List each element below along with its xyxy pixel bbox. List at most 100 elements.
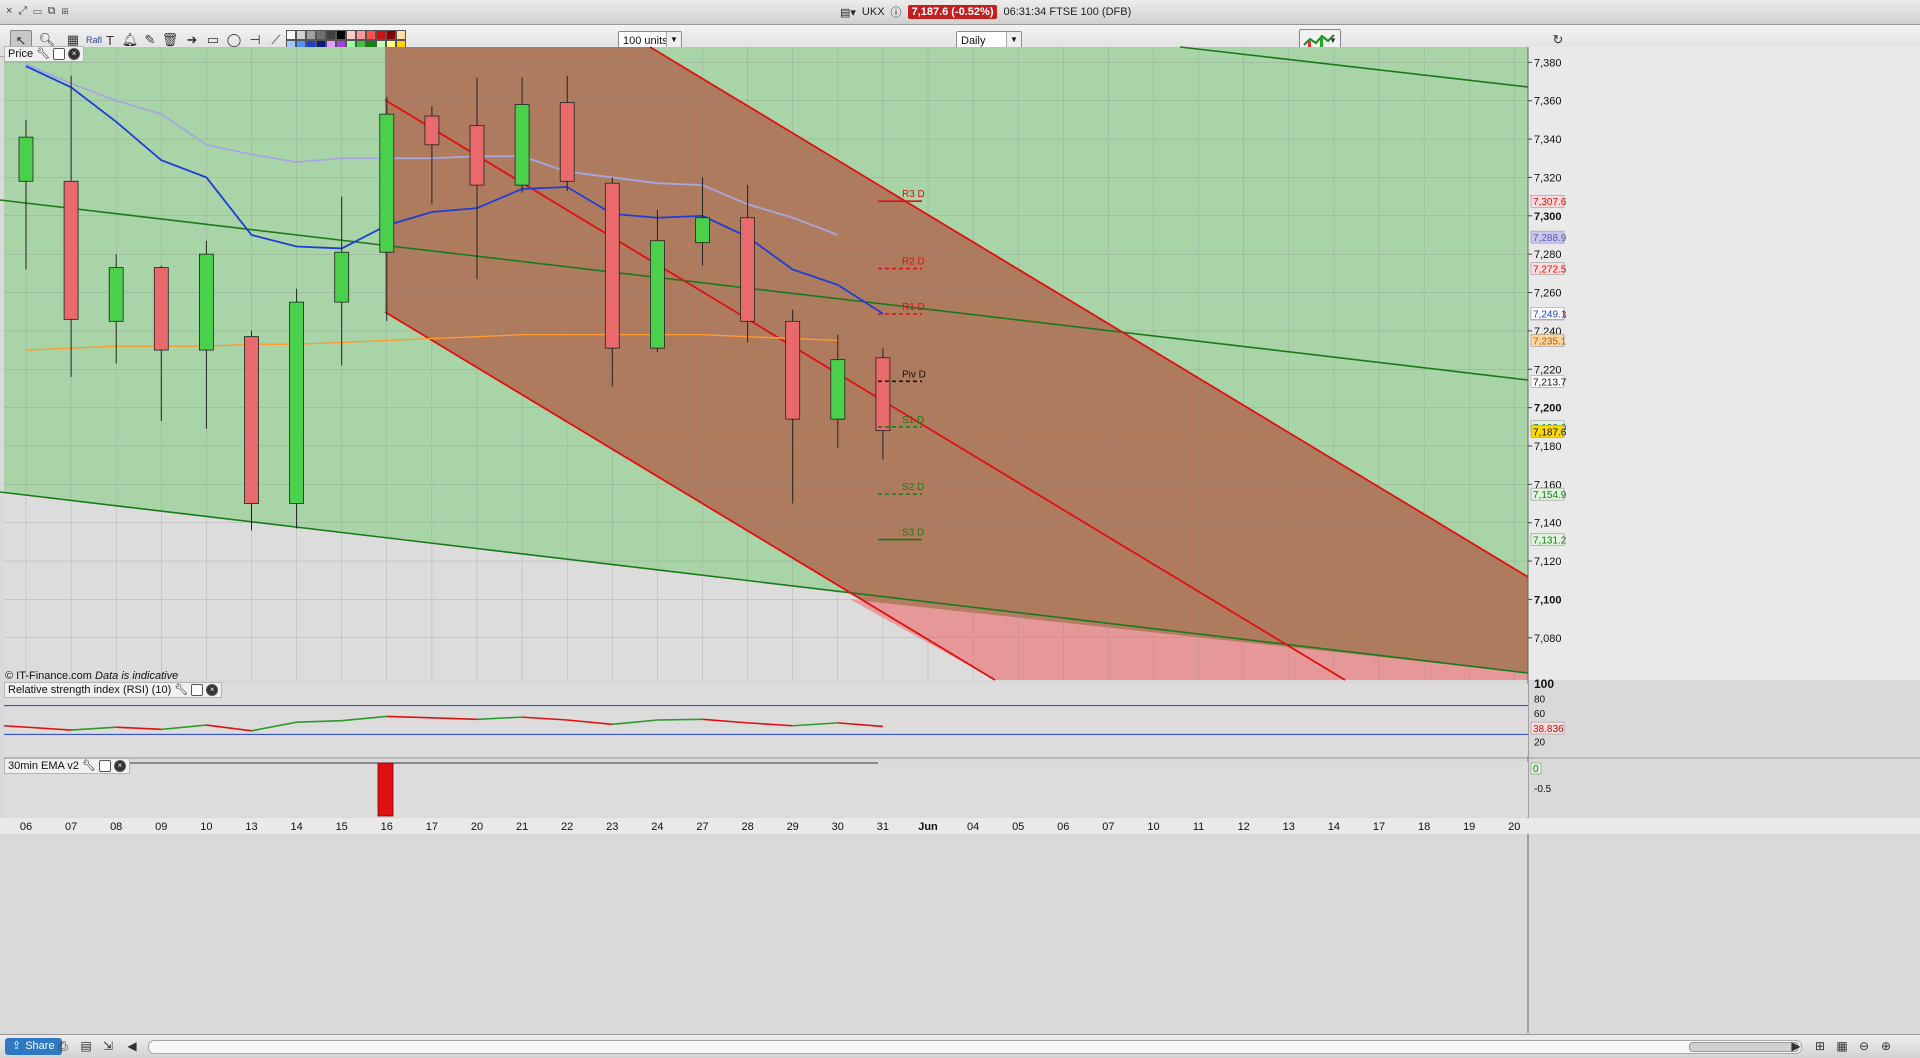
candle-bear (559, 102, 575, 182)
axis-tick-label: 7,100 (1534, 594, 1562, 606)
candle-bear (244, 336, 259, 504)
close-icon[interactable]: × (206, 684, 219, 696)
horizontal-scrollbar[interactable] (148, 1040, 1802, 1054)
axis-tick-label: 7,300 (1534, 211, 1562, 223)
grid-icon[interactable]: ▦ (1834, 1038, 1850, 1054)
candle-bear (740, 217, 755, 322)
candle-bull (650, 240, 665, 349)
price-tag: 7,288.9 (1533, 233, 1567, 244)
rsi-value-tag: 38.836 (1533, 724, 1564, 735)
price-panel-label: Price (8, 48, 34, 60)
candle-bear (604, 182, 620, 349)
rsi-line (657, 718, 703, 721)
candle-bear (424, 115, 440, 146)
date-axis-label: 05 (1012, 821, 1024, 833)
window-icon[interactable] (53, 48, 66, 60)
axis-tick-label: 7,380 (1534, 57, 1562, 69)
axis-tick-label: 7,120 (1534, 556, 1562, 568)
date-axis-label: 20 (471, 821, 483, 833)
chart-area[interactable]: R3 D R2 D R1 D Piv D S1 D S2 D S3 D 7,380 7,360 7… (0, 24, 1920, 1034)
candle-bull (379, 113, 395, 253)
axis-tick-label: 7,080 (1534, 633, 1562, 645)
pivot-label: S2 D (902, 482, 924, 493)
scrollbar-thumb[interactable] (1689, 1042, 1799, 1052)
price-panel-header: Price 🔧︎ × (4, 46, 85, 62)
axis-tick-label: 7,140 (1534, 518, 1562, 530)
date-axis-label: 06 (1057, 821, 1069, 833)
title-bar: ×⤢▭⧉⊞ ▤▾ UKX ⓘ 7,187.6 (-0.52%) 06:31:34… (0, 0, 1920, 25)
axis-tick-label: 7,200 (1534, 403, 1562, 415)
rsi-panel-label: Relative strength index (RSI) (10) (8, 684, 172, 696)
pivot-price-tag: 7,154.9 (1533, 490, 1567, 501)
save-layout-icon[interactable]: ⊞ (1812, 1038, 1828, 1054)
instrument-desc: 06:31:34 FTSE 100 (DFB) (1003, 6, 1132, 18)
symbol-label: UKX (861, 6, 885, 18)
date-axis-label: 15 (336, 821, 348, 833)
pivot-price-tag: 7,131.2 (1533, 536, 1567, 547)
copyright-note: © IT-Finance.com Data is indicative (5, 670, 178, 682)
axis-tick-label: 7,180 (1534, 441, 1562, 453)
date-axis-label: 28 (741, 821, 753, 833)
window-controls[interactable]: ×⤢▭⧉⊞ (6, 5, 74, 18)
date-axis-label: 13 (1283, 821, 1295, 833)
date-axis-label: 21 (516, 821, 528, 833)
date-axis-label: 29 (787, 821, 799, 833)
share-label: Share (25, 1040, 55, 1052)
date-axis-label: 07 (65, 821, 77, 833)
candle-bull (289, 301, 305, 504)
zoom-in-icon[interactable]: ⊕ (1878, 1038, 1894, 1054)
disclaimer-text: Data is indicative (95, 670, 179, 682)
ema-panel-label: 30min EMA v2 (8, 760, 79, 772)
ema-panel-bg (4, 762, 1528, 817)
date-axis-label: 18 (1418, 821, 1430, 833)
bottom-bar: ⇪ Share ⎙ ▤ ⇲ ◀ ▶ ⊞ ▦ ⊖ ⊕ (0, 1034, 1920, 1058)
rsi-panel-bg (4, 684, 1528, 756)
pivot-label: S3 D (902, 528, 924, 539)
wrench-icon[interactable]: 🔧︎ (82, 759, 96, 773)
window-icon[interactable] (98, 760, 111, 772)
date-axis-label: 10 (1147, 821, 1159, 833)
date-axis-label: 17 (1373, 821, 1385, 833)
date-axis-label: 23 (606, 821, 618, 833)
axis-tick-label: 7,280 (1534, 249, 1562, 261)
price-tag: 7,235.1 (1533, 336, 1567, 347)
axis-tick-label: 7,360 (1534, 96, 1562, 108)
close-icon[interactable]: × (113, 760, 126, 772)
candle-bull (18, 136, 34, 182)
zoom-out-icon[interactable]: ⊖ (1856, 1038, 1872, 1054)
price-axis-bg (1528, 47, 1920, 680)
pivot-price-tag: 7,307.6 (1533, 197, 1567, 208)
info-icon[interactable]: ⓘ (891, 4, 902, 20)
date-axis-label: 11 (1193, 821, 1204, 833)
candle-bear (469, 125, 485, 186)
date-axis-label: 16 (381, 821, 393, 833)
copyright-text: © IT-Finance.com (5, 670, 92, 682)
date-axis-label: 08 (110, 821, 122, 833)
scroll-right-icon[interactable]: ▶ (1788, 1038, 1804, 1054)
date-axis-label: 27 (696, 821, 708, 833)
ema-bar (377, 762, 394, 817)
price-chip: 7,187.6 (-0.52%) (907, 5, 998, 19)
export-icon[interactable]: ⇲ (100, 1038, 116, 1054)
candle-bull (695, 217, 710, 244)
save-chart-icon[interactable]: ▤ (78, 1038, 94, 1054)
scroll-left-icon[interactable]: ◀ (124, 1038, 140, 1054)
date-axis-label: 07 (1102, 821, 1114, 833)
close-icon[interactable]: × (68, 48, 81, 60)
candle-bear (63, 180, 79, 320)
pivot-label: R2 D (902, 257, 925, 268)
date-axis-label: 19 (1463, 821, 1475, 833)
wrench-icon[interactable]: 🔧︎ (36, 47, 50, 61)
date-axis-label: 10 (200, 821, 212, 833)
axis-tick-label: 7,340 (1534, 134, 1562, 146)
date-axis-label: 12 (1238, 821, 1250, 833)
window-icon[interactable] (191, 684, 204, 696)
date-axis-label: 13 (245, 821, 257, 833)
rsi-axis-label: 20 (1534, 738, 1546, 749)
share-button[interactable]: ⇪ Share (5, 1038, 62, 1055)
price-tag: 7,187.6 (1533, 427, 1567, 438)
print-icon[interactable]: ⎙ (55, 1038, 71, 1054)
ema-zero-tag: 0 (1533, 764, 1539, 775)
candle-bull (198, 253, 214, 351)
wrench-icon[interactable]: 🔧︎ (174, 683, 188, 697)
